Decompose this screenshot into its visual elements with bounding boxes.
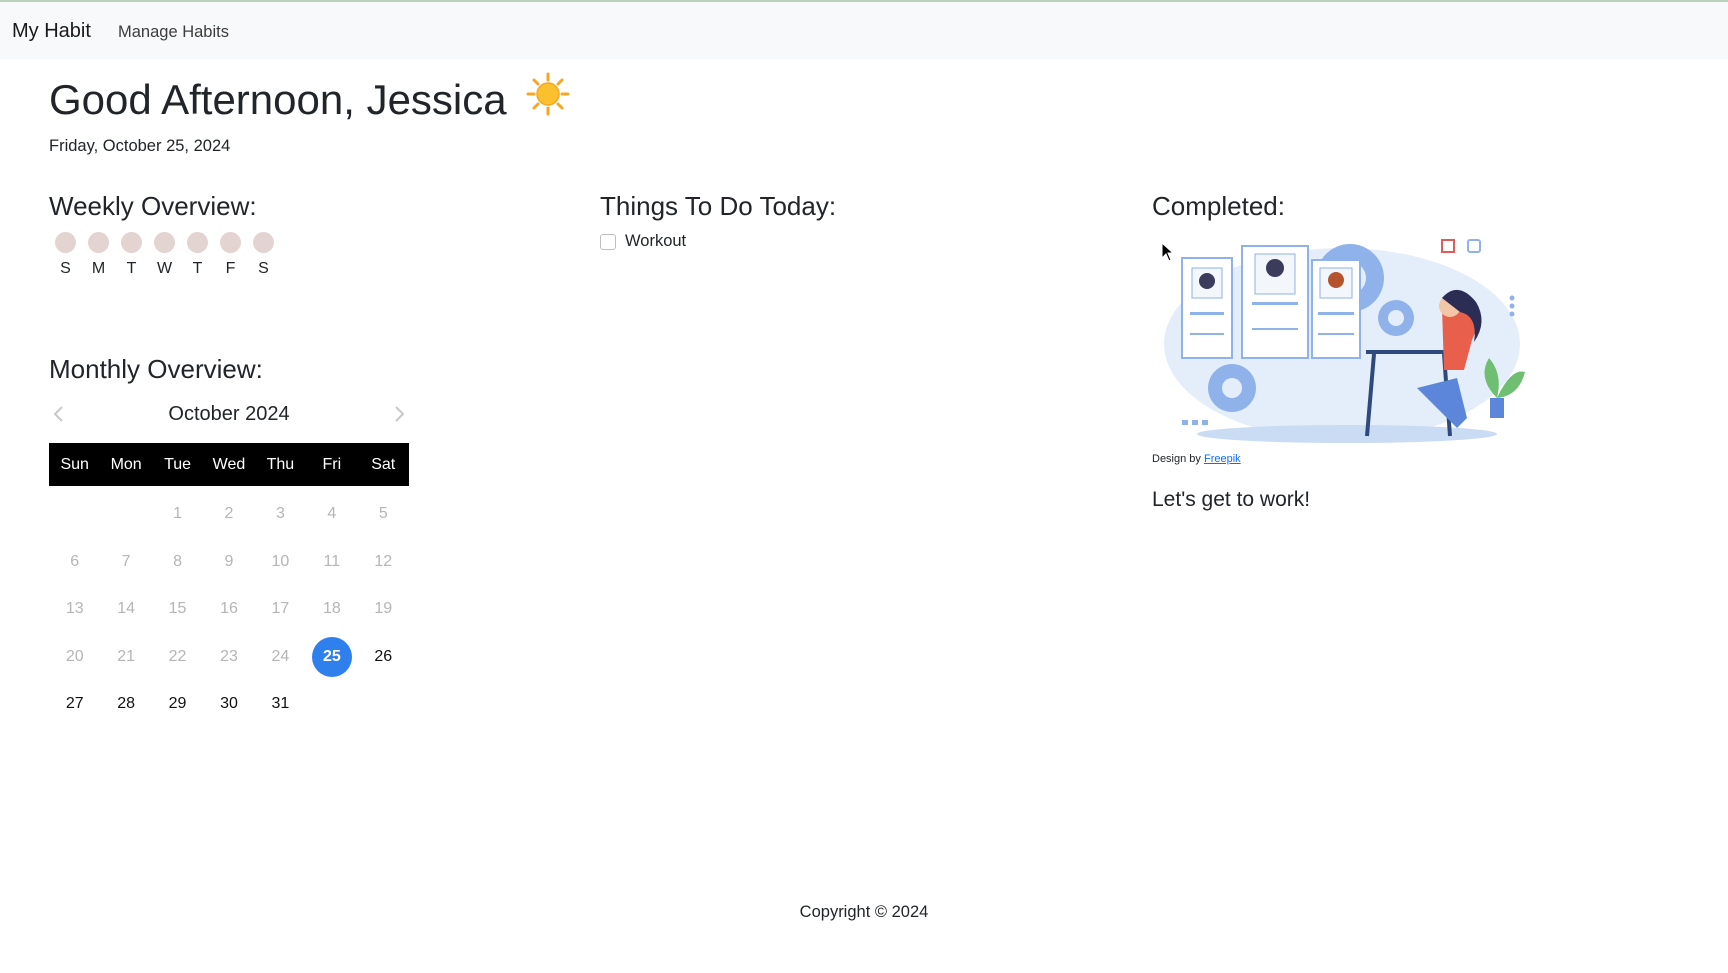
todo-label: Workout (625, 232, 687, 250)
image-credit: Design by Freepik (1152, 453, 1241, 465)
calendar-day[interactable]: 17 (255, 589, 306, 629)
monthly-calendar: October 2024 Sun Mon Tue Wed Thu Fri Sat 12345… (49, 398, 409, 712)
calendar-day[interactable]: 4 (306, 494, 357, 534)
calendar-day[interactable]: 27 (49, 684, 100, 724)
weekly-day-label: W (156, 260, 173, 277)
things-to-do-title: Things To Do Today: (600, 191, 837, 221)
manage-habits-link[interactable]: Manage Habits (118, 23, 229, 42)
calendar-day[interactable]: 7 (100, 542, 151, 582)
navbar: My Habit Manage Habits (0, 0, 1728, 59)
calendar-day[interactable]: 22 (152, 637, 203, 677)
calendar-day[interactable]: 19 (358, 589, 409, 629)
weekly-day-label: T (192, 260, 203, 277)
freepik-link[interactable]: Freepik (1204, 453, 1241, 465)
calendar-day[interactable]: 1 (152, 494, 203, 534)
calendar-weekday-label: Mon (110, 456, 142, 473)
todo-checkbox[interactable] (600, 233, 616, 250)
calendar-weekday-label: Fri (322, 456, 342, 473)
weekly-day: T (181, 232, 214, 278)
brand-link[interactable]: My Habit (12, 20, 91, 43)
calendar-day[interactable]: 29 (152, 684, 203, 724)
weekly-day: M (82, 232, 115, 278)
weekly-day: F (214, 232, 247, 278)
calendar-weekday-label: Tue (164, 456, 192, 473)
weekly-day-label: T (126, 260, 137, 277)
calendar-day-today[interactable]: 25 (306, 636, 357, 677)
credit-prefix: Design by (1152, 453, 1201, 465)
calendar-day[interactable]: 23 (203, 637, 254, 677)
work-illustration (1152, 238, 1532, 450)
weekly-day: W (148, 232, 181, 278)
calendar-day[interactable]: 2 (203, 494, 254, 534)
calendar-day[interactable]: 16 (203, 589, 254, 629)
calendar-day[interactable]: 12 (358, 542, 409, 582)
calendar-day[interactable]: 13 (49, 589, 100, 629)
greeting-text: Good Afternoon, Jessica (49, 76, 507, 124)
calendar-weekday-header: Sun Mon Tue Wed Thu Fri Sat (49, 443, 409, 486)
calendar-weekday-label: Sun (60, 456, 89, 473)
calendar-weekday-label: Wed (212, 456, 246, 473)
weekly-day-dot (121, 232, 142, 253)
calendar-weekday-label: Thu (266, 456, 295, 473)
completed-message: Let's get to work! (1152, 488, 1311, 511)
calendar-month-label: October 2024 (168, 403, 290, 425)
weekly-overview-title: Weekly Overview: (49, 191, 257, 221)
calendar-day[interactable]: 6 (49, 542, 100, 582)
calendar-day[interactable]: 20 (49, 637, 100, 677)
weekly-day-dot (88, 232, 109, 253)
weekly-day-dot (187, 232, 208, 253)
completed-title: Completed: (1152, 191, 1285, 221)
weekly-day-dot (154, 232, 175, 253)
current-date: Friday, October 25, 2024 (49, 137, 231, 155)
calendar-day[interactable]: 26 (358, 637, 409, 677)
weekly-day-label: F (225, 260, 236, 277)
chevron-right-icon[interactable] (389, 402, 409, 426)
weekly-day-label: S (258, 260, 269, 277)
weekly-day-dot (55, 232, 76, 253)
weekly-day-label: M (91, 260, 106, 277)
weekly-day: T (115, 232, 148, 278)
mouse-cursor-icon (1161, 241, 1175, 267)
calendar-day[interactable]: 15 (152, 589, 203, 629)
calendar-day[interactable]: 10 (255, 542, 306, 582)
calendar-day[interactable]: 3 (255, 494, 306, 534)
calendar-weekday-label: Sat (371, 456, 396, 473)
calendar-day[interactable]: 14 (100, 589, 151, 629)
calendar-day[interactable]: 8 (152, 542, 203, 582)
calendar-day[interactable]: 9 (203, 542, 254, 582)
calendar-day[interactable]: 31 (255, 684, 306, 724)
calendar-header: October 2024 (49, 398, 409, 434)
monthly-overview-title: Monthly Overview: (49, 354, 263, 384)
weekly-day-dot (220, 232, 241, 253)
calendar-day[interactable]: 28 (100, 684, 151, 724)
sun-icon (526, 72, 570, 126)
todo-item[interactable]: Workout (600, 232, 686, 251)
calendar-day[interactable]: 30 (203, 684, 254, 724)
weekly-day-label: S (60, 260, 71, 277)
calendar-day[interactable]: 18 (306, 589, 357, 629)
calendar-day[interactable]: 5 (358, 494, 409, 534)
weekly-day: S (247, 232, 280, 278)
weekly-day-dot (253, 232, 274, 253)
greeting-heading: Good Afternoon, Jessica (49, 72, 570, 130)
weekly-day: S (49, 232, 82, 278)
calendar-day[interactable]: 24 (255, 637, 306, 677)
calendar-day[interactable]: 21 (100, 637, 151, 677)
footer-copyright: Copyright © 2024 (799, 903, 929, 921)
calendar-day[interactable]: 11 (306, 542, 357, 582)
